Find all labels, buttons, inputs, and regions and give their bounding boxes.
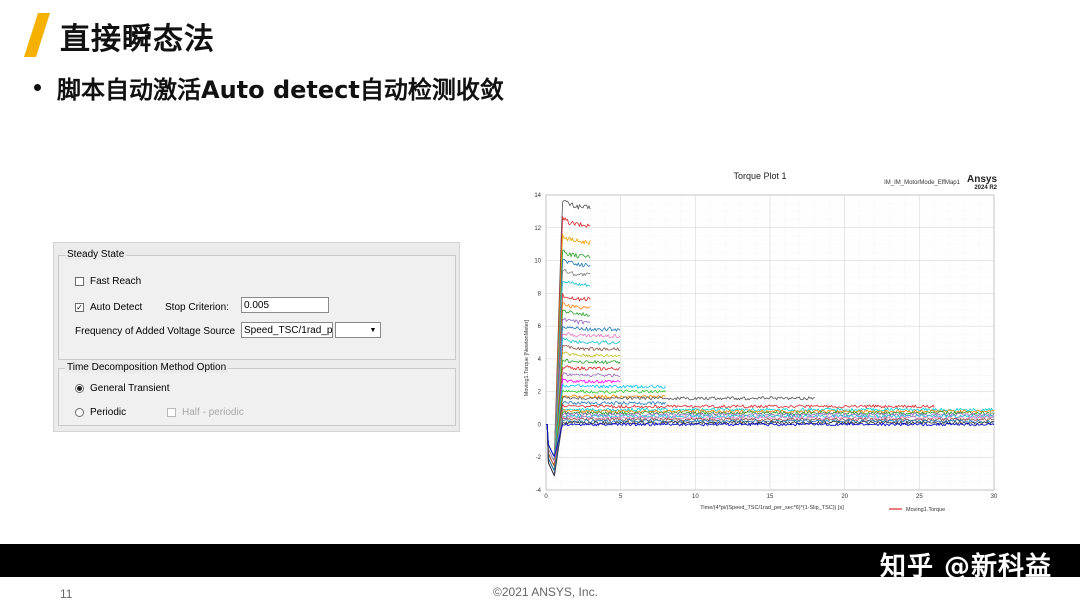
frequency-label: Frequency of Added Voltage Source (75, 326, 236, 337)
x-tick-label: 20 (841, 494, 848, 500)
x-tick-label: 30 (991, 494, 998, 500)
legend-entry: Moving1.Torque (906, 507, 945, 513)
solver-settings-panel: Steady State Fast Reach ✓ Auto Detect St… (53, 242, 460, 432)
half-periodic-option: Half - periodic (167, 407, 244, 418)
periodic-label: Periodic (90, 407, 127, 418)
ansys-brand: Ansys (967, 174, 997, 185)
dropdown-arrow-icon[interactable]: ▼ (368, 326, 378, 336)
auto-detect-option[interactable]: ✓ Auto Detect (75, 302, 142, 313)
bullet-text: 脚本自动激活Auto detect自动检测收敛 (57, 76, 504, 104)
half-periodic-label: Half - periodic (182, 407, 244, 418)
time-decomposition-legend: Time Decomposition Method Option (65, 362, 229, 373)
slide-title: 直接瞬态法 (60, 22, 215, 57)
frequency-dropdown[interactable]: ▼ (335, 322, 381, 338)
title-accent-bar (24, 13, 50, 57)
x-tick-label: 10 (692, 494, 699, 500)
time-decomposition-group: Time Decomposition Method Option General… (58, 362, 456, 426)
radio-selected-dot-icon (77, 386, 82, 391)
half-periodic-checkbox (167, 408, 176, 417)
steady-state-group: Steady State Fast Reach ✓ Auto Detect St… (58, 249, 456, 360)
fast-reach-label: Fast Reach (90, 276, 142, 287)
x-tick-label: 0 (544, 494, 548, 500)
bullet-point: 脚本自动激活Auto detect自动检测收敛 (34, 70, 504, 105)
y-tick-label: 2 (538, 390, 542, 396)
y-tick-label: -4 (536, 488, 542, 494)
stop-criterion-row: Stop Criterion: (165, 302, 229, 313)
auto-detect-label: Auto Detect (90, 302, 143, 313)
y-axis-label: Moving1.Torque [NewtonMeter] (524, 319, 530, 396)
torque-plot-svg: Torque Plot 1 IM_IM_MotorMode_EffMap1 An… (524, 171, 998, 513)
y-tick-label: 8 (538, 291, 542, 297)
frequency-expression-input[interactable]: Speed_TSC/1rad_p (241, 322, 333, 338)
watermark: 知乎 @新科益 (879, 552, 1052, 582)
plot-legend: Moving1.Torque (889, 507, 945, 513)
y-tick-label: 10 (534, 259, 541, 265)
ansys-version: 2024 R2 (974, 185, 997, 191)
y-tick-label: 0 (538, 422, 542, 428)
general-transient-option[interactable]: General Transient (75, 383, 170, 394)
frequency-row: Frequency of Added Voltage Source (75, 326, 235, 337)
y-tick-label: 4 (538, 357, 542, 363)
stop-criterion-input[interactable]: 0.005 (241, 297, 329, 313)
y-tick-label: 12 (534, 226, 541, 232)
periodic-option[interactable]: Periodic (75, 407, 126, 418)
stop-criterion-label: Stop Criterion: (165, 302, 229, 313)
periodic-radio[interactable] (75, 408, 84, 417)
plot-title: Torque Plot 1 (733, 171, 786, 181)
torque-plot: Torque Plot 1 IM_IM_MotorMode_EffMap1 An… (522, 168, 1006, 518)
copyright: ©2021 ANSYS, Inc. (493, 585, 598, 599)
fast-reach-option[interactable]: Fast Reach (75, 276, 141, 287)
y-tick-label: 6 (538, 324, 542, 330)
steady-state-legend: Steady State (65, 249, 127, 260)
general-transient-radio[interactable] (75, 384, 84, 393)
x-tick-label: 15 (767, 494, 774, 500)
bullet-dot-icon (34, 84, 41, 91)
auto-detect-checkbox[interactable]: ✓ (75, 303, 84, 312)
x-tick-label: 25 (916, 494, 923, 500)
page-number: 11 (60, 587, 73, 601)
general-transient-label: General Transient (90, 383, 170, 394)
y-tick-label: 14 (534, 193, 541, 199)
x-axis-label: Time/(4*pi/(Speed_TSC/1rad_per_sec*6)*(1… (700, 505, 844, 511)
fast-reach-checkbox[interactable] (75, 277, 84, 286)
plot-subtitle: IM_IM_MotorMode_EffMap1 (884, 180, 961, 186)
x-tick-label: 5 (619, 494, 623, 500)
y-tick-label: -2 (536, 455, 542, 461)
